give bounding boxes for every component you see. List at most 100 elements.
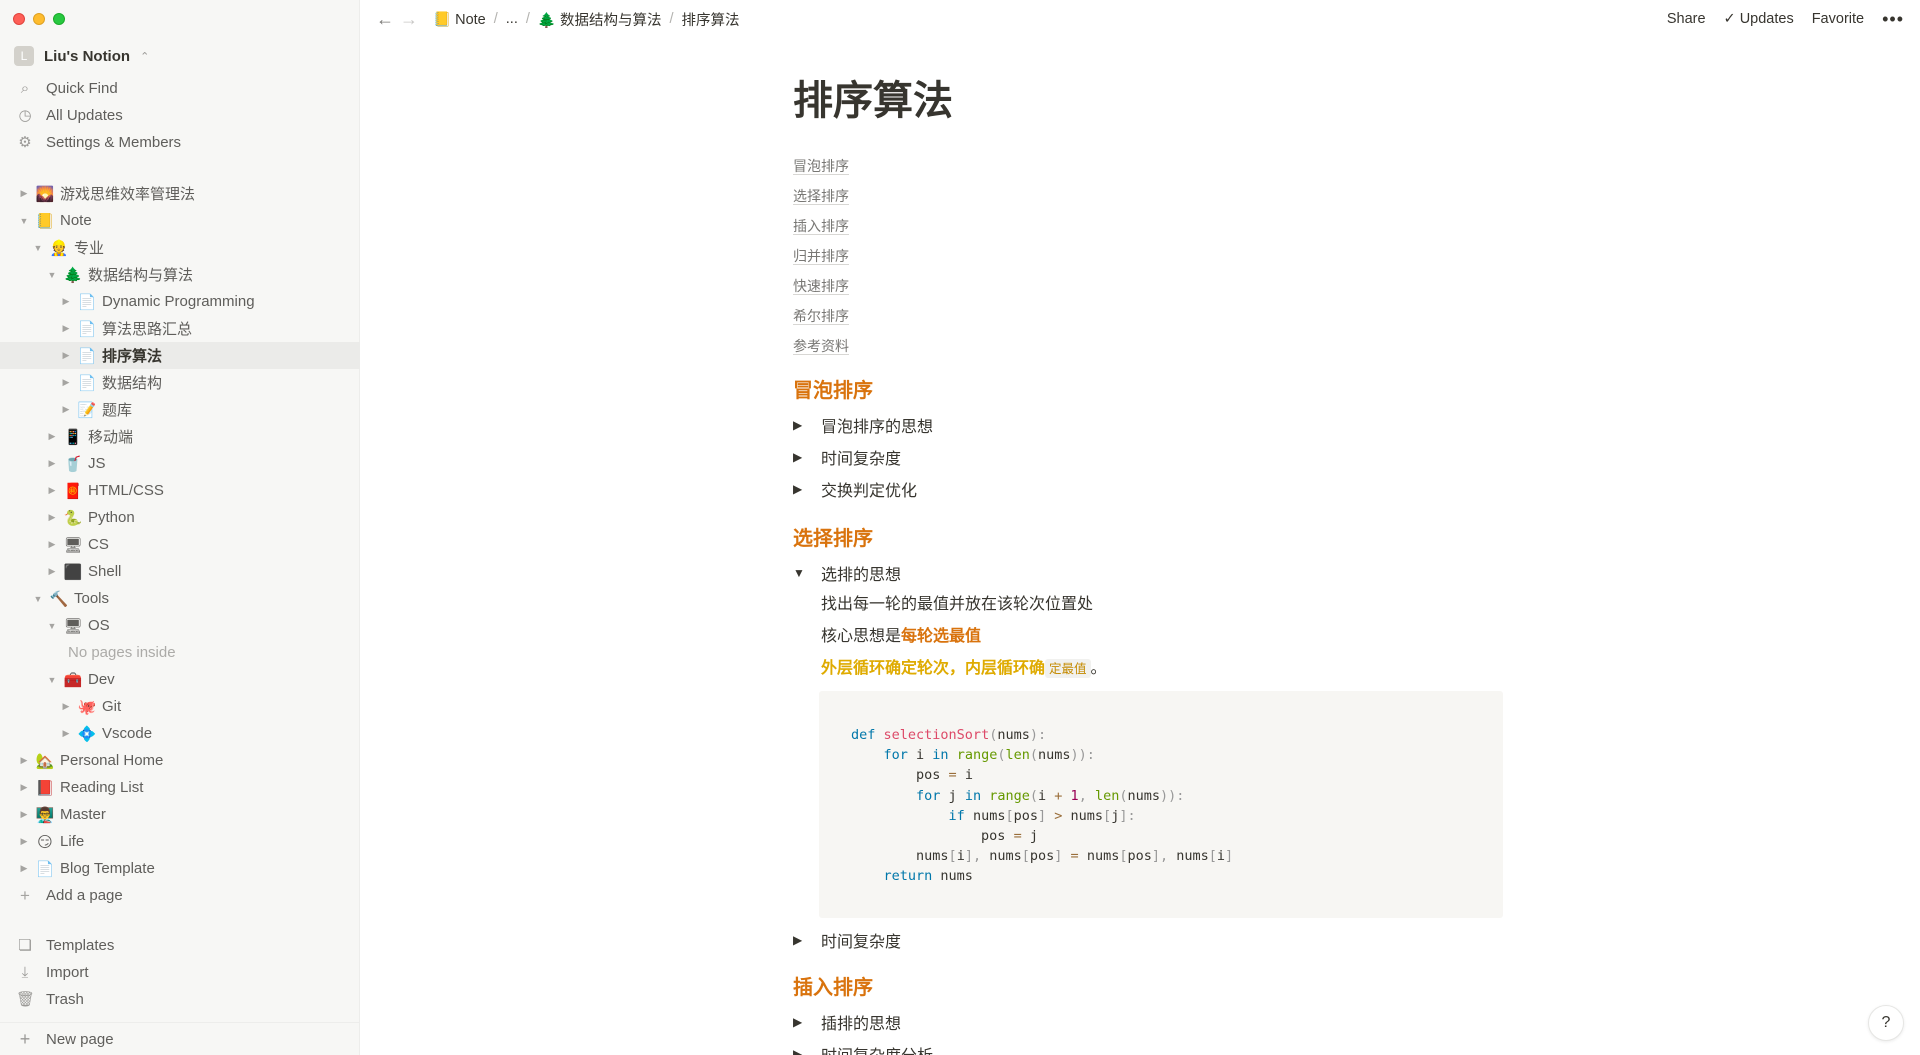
expand-toggle-icon[interactable]: ▶ [56, 296, 76, 307]
expand-toggle-icon[interactable]: ▶ [14, 863, 34, 874]
window-zoom-button[interactable] [53, 13, 65, 25]
share-button[interactable]: Share [1667, 11, 1706, 27]
text-block[interactable]: 找出每一轮的最值并放在该轮次位置处 [793, 589, 1503, 621]
breadcrumb-item-current[interactable]: 排序算法 [682, 9, 740, 30]
tree-item-blog-template[interactable]: ▶ 📄 Blog Template [0, 855, 360, 882]
expand-toggle-icon[interactable]: ▶ [56, 350, 76, 361]
expand-toggle-icon[interactable]: ▶ [42, 458, 62, 469]
import-button[interactable]: ⤓ Import [0, 959, 360, 985]
toggle-closed-icon[interactable]: ▶ [793, 1047, 821, 1055]
favorite-button[interactable]: Favorite [1812, 11, 1864, 27]
toc-link[interactable]: 快速排序 [793, 278, 849, 295]
collapse-toggle-icon[interactable]: ▼ [28, 594, 48, 604]
tree-item-算法思路汇总[interactable]: ▶ 📄 算法思路汇总 [0, 315, 360, 342]
tree-item-移动端[interactable]: ▶ 📱 移动端 [0, 423, 360, 450]
all-updates-button[interactable]: ◷ All Updates [0, 102, 360, 128]
expand-toggle-icon[interactable]: ▶ [42, 566, 62, 577]
quick-find-button[interactable]: ⌕ Quick Find [0, 75, 360, 101]
settings-members-button[interactable]: ⚙ Settings & Members [0, 129, 360, 155]
toc-item[interactable]: 插入排序 [793, 211, 1503, 241]
expand-toggle-icon[interactable]: ▶ [14, 782, 34, 793]
tree-item-personal-home[interactable]: ▶ 🏡 Personal Home [0, 747, 360, 774]
tree-item-题库[interactable]: ▶ 📝 题库 [0, 396, 360, 423]
toc-item[interactable]: 归并排序 [793, 241, 1503, 271]
back-arrow-icon[interactable]: ← [373, 9, 397, 30]
toggle-open-icon[interactable]: ▼ [793, 566, 821, 580]
toggle-closed-icon[interactable]: ▶ [793, 1015, 821, 1029]
tree-item-cs[interactable]: ▶ 🖥 CS [0, 531, 360, 558]
toggle-block[interactable]: ▶ 冒泡排序的思想 [793, 409, 1503, 441]
tree-item-reading-list[interactable]: ▶ 📕 Reading List [0, 774, 360, 801]
tree-item-python[interactable]: ▶ 🐍 Python [0, 504, 360, 531]
section-heading-insertion-sort[interactable]: 插入排序 [793, 970, 1503, 1006]
tree-item-note[interactable]: ▼ 📒 Note [0, 207, 360, 234]
expand-toggle-icon[interactable]: ▶ [56, 323, 76, 334]
toc-item[interactable]: 快速排序 [793, 271, 1503, 301]
expand-toggle-icon[interactable]: ▶ [14, 809, 34, 820]
collapse-toggle-icon[interactable]: ▼ [28, 243, 48, 253]
tree-item-life[interactable]: ▶ 😏 Life [0, 828, 360, 855]
tree-item-专业[interactable]: ▼ 👷 专业 [0, 234, 360, 261]
tree-item-os[interactable]: ▼ 🖥 OS [0, 612, 360, 639]
breadcrumb-ellipsis[interactable]: ... [506, 11, 518, 27]
toggle-block[interactable]: ▶ 时间复杂度分析 [793, 1038, 1503, 1055]
tree-item-数据结构与算法[interactable]: ▼ 🌲 数据结构与算法 [0, 261, 360, 288]
tree-item-vscode[interactable]: ▶ 💠 Vscode [0, 720, 360, 747]
tree-item-dynamic-programming[interactable]: ▶ 📄 Dynamic Programming [0, 288, 360, 315]
toggle-closed-icon[interactable]: ▶ [793, 482, 821, 496]
tree-item-游戏思维效率管理法[interactable]: ▶ 🌄 游戏思维效率管理法 [0, 180, 360, 207]
text-block[interactable]: 外层循环确定轮次，内层循环确 定最值。 [793, 653, 1503, 685]
tree-item-git[interactable]: ▶ 🐙 Git [0, 693, 360, 720]
tree-item-shell[interactable]: ▶ ⬛ Shell [0, 558, 360, 585]
more-options-icon[interactable]: ••• [1882, 9, 1904, 30]
collapse-toggle-icon[interactable]: ▼ [42, 675, 62, 685]
add-a-page-button[interactable]: + Add a page [0, 882, 360, 909]
breadcrumb-item-数据结构与算法[interactable]: 🌲 数据结构与算法 [538, 9, 662, 30]
toc-link[interactable]: 插入排序 [793, 218, 849, 235]
window-close-button[interactable] [13, 13, 25, 25]
text-block[interactable]: 核心思想是每轮选最值 [793, 621, 1503, 653]
expand-toggle-icon[interactable]: ▶ [56, 377, 76, 388]
toc-item[interactable]: 选择排序 [793, 181, 1503, 211]
updates-button[interactable]: ✓ Updates [1724, 11, 1794, 27]
expand-toggle-icon[interactable]: ▶ [42, 539, 62, 550]
toc-link[interactable]: 参考资料 [793, 338, 849, 355]
tree-item-数据结构[interactable]: ▶ 📄 数据结构 [0, 369, 360, 396]
expand-toggle-icon[interactable]: ▶ [56, 701, 76, 712]
expand-toggle-icon[interactable]: ▶ [56, 404, 76, 415]
toggle-closed-icon[interactable]: ▶ [793, 418, 821, 432]
tree-item-master[interactable]: ▶ 👨‍🏫 Master [0, 801, 360, 828]
collapse-toggle-icon[interactable]: ▼ [42, 621, 62, 631]
expand-toggle-icon[interactable]: ▶ [56, 728, 76, 739]
collapse-toggle-icon[interactable]: ▼ [14, 216, 34, 226]
expand-toggle-icon[interactable]: ▶ [14, 188, 34, 199]
toc-item[interactable]: 冒泡排序 [793, 151, 1503, 181]
breadcrumb-item-note[interactable]: 📒 Note [433, 11, 486, 28]
tree-item-tools[interactable]: ▼ 🔨 Tools [0, 585, 360, 612]
section-heading-bubble-sort[interactable]: 冒泡排序 [793, 373, 1503, 409]
expand-toggle-icon[interactable]: ▶ [42, 512, 62, 523]
toggle-closed-icon[interactable]: ▶ [793, 933, 821, 947]
section-heading-selection-sort[interactable]: 选择排序 [793, 521, 1503, 557]
tree-item-排序算法[interactable]: ▶ 📄 排序算法 [0, 342, 360, 369]
toggle-block[interactable]: ▶ 插排的思想 [793, 1006, 1503, 1038]
toc-link[interactable]: 冒泡排序 [793, 158, 849, 175]
trash-button[interactable]: 🗑 Trash [0, 986, 360, 1012]
toggle-block[interactable]: ▶ 交换判定优化 [793, 473, 1503, 505]
new-page-button[interactable]: + New page [0, 1022, 360, 1055]
toggle-block-open[interactable]: ▼ 选排的思想 [793, 557, 1503, 589]
collapse-toggle-icon[interactable]: ▼ [42, 270, 62, 280]
expand-toggle-icon[interactable]: ▶ [14, 755, 34, 766]
window-minimize-button[interactable] [33, 13, 45, 25]
tree-item-dev[interactable]: ▼ 🧰 Dev [0, 666, 360, 693]
expand-toggle-icon[interactable]: ▶ [42, 485, 62, 496]
workspace-switcher[interactable]: L Liu's Notion ⌃ [14, 44, 149, 68]
tree-item-js[interactable]: ▶ 🥤 JS [0, 450, 360, 477]
toggle-block[interactable]: ▶ 时间复杂度 [793, 924, 1503, 956]
expand-toggle-icon[interactable]: ▶ [14, 836, 34, 847]
code-block[interactable]: def selectionSort(nums): for i in range(… [819, 691, 1503, 918]
toc-link[interactable]: 归并排序 [793, 248, 849, 265]
page-title[interactable]: 排序算法 [793, 70, 1503, 132]
toggle-block[interactable]: ▶ 时间复杂度 [793, 441, 1503, 473]
toc-item[interactable]: 希尔排序 [793, 301, 1503, 331]
